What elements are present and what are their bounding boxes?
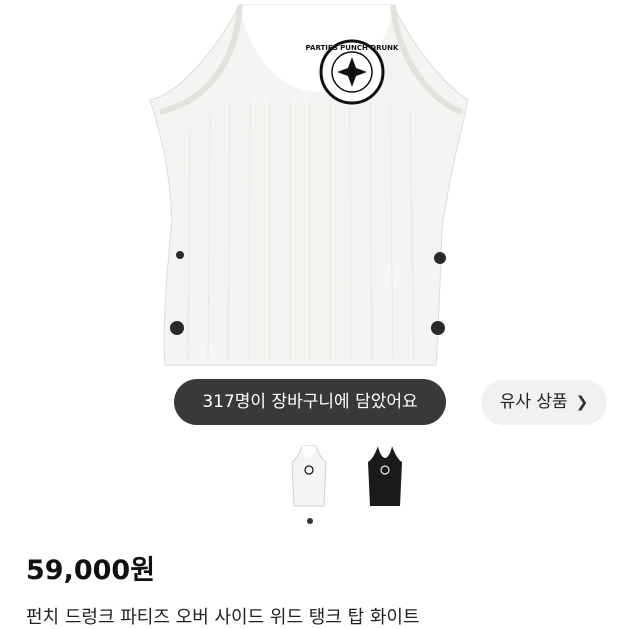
thumbnail-black[interactable] (362, 444, 408, 510)
product-name: 펀치 드렁크 파티즈 오버 사이드 위드 탱크 탑 화이트 (26, 607, 420, 628)
brand-logo-text: PARTIES PUNCH DRUNK (306, 44, 399, 52)
carousel-indicator (307, 518, 313, 524)
product-image[interactable]: PARTIES PUNCH DRUNK 317명이 장바구니에 담았어요 유사 … (0, 0, 620, 440)
similar-products-button[interactable]: 유사 상품 ❯ (481, 380, 607, 425)
tank-top-image: PARTIES PUNCH DRUNK (149, 4, 469, 366)
chevron-right-icon: ❯ (575, 393, 589, 411)
similar-products-label: 유사 상품 (499, 392, 568, 412)
thumbnail-white[interactable] (286, 444, 332, 510)
product-price: 59,000원 (26, 555, 156, 586)
cart-count-badge: 317명이 장바구니에 담았어요 (174, 379, 446, 425)
